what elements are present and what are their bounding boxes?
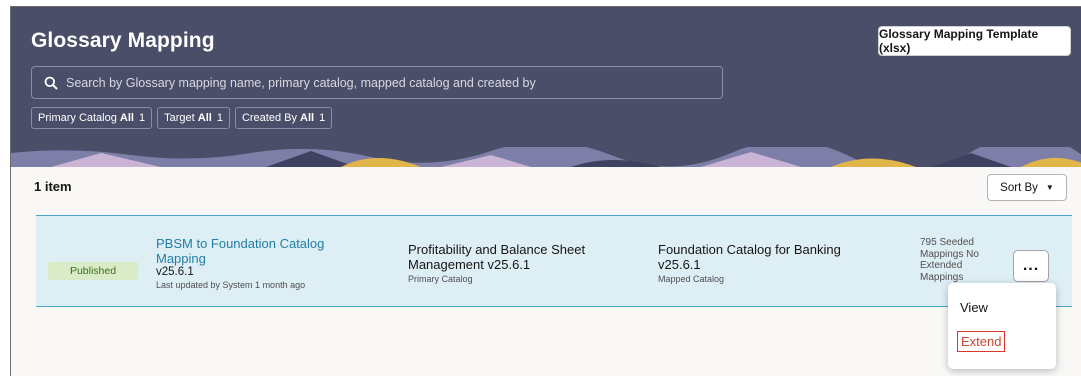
filter-label: Created By: [241, 112, 297, 124]
mapped-catalog-label: Mapped Catalog: [658, 274, 725, 284]
primary-catalog-name: Profitability and Balance Sheet Manageme…: [408, 242, 586, 272]
filter-value: All: [119, 112, 134, 124]
actions-menu: View Extend: [948, 283, 1056, 369]
filter-primary-catalog[interactable]: Primary Catalog All 1: [31, 107, 153, 129]
filter-target[interactable]: Target All 1: [157, 107, 230, 129]
primary-catalog-label: Primary Catalog: [408, 274, 473, 284]
filter-label: Target: [164, 112, 195, 124]
mapping-stats: 795 Seeded Mappings No Extended Mappings: [920, 237, 979, 283]
template-download-button[interactable]: Glossary Mapping Template (xlsx): [878, 26, 1071, 56]
item-count: 1 item: [34, 179, 72, 194]
more-icon: ...: [1022, 257, 1040, 274]
filter-label: Primary Catalog: [38, 112, 117, 124]
caret-down-icon: ▼: [1045, 183, 1054, 192]
filter-count: 1: [216, 112, 223, 124]
page-title: Glossary Mapping: [31, 29, 215, 52]
menu-item-view[interactable]: View: [960, 300, 988, 315]
filter-count: 1: [138, 112, 146, 124]
mapped-catalog-name: Foundation Catalog for Banking v25.6.1: [658, 242, 841, 272]
list-item[interactable]: Published PBSM to Foundation Catalog Map…: [36, 215, 1072, 307]
search-placeholder: Search by Glossary mapping name, primary…: [66, 75, 536, 90]
filter-value: All: [197, 112, 212, 124]
filter-chips: Primary Catalog All 1 Target All 1 Creat…: [31, 107, 333, 129]
app-frame: Glossary Mapping Glossary Mapping Templa…: [10, 6, 1081, 376]
filter-created-by[interactable]: Created By All 1: [234, 107, 333, 129]
mapping-version: v25.6.1: [156, 266, 194, 278]
filter-count: 1: [319, 112, 326, 124]
decorative-banner: [11, 147, 1081, 167]
more-actions-button[interactable]: ...: [1013, 250, 1049, 282]
sort-by-button[interactable]: Sort By ▼: [987, 174, 1067, 201]
last-updated: Last updated by System 1 month ago: [156, 280, 306, 290]
search-icon: [36, 76, 66, 90]
sort-label: Sort By: [1000, 181, 1038, 194]
menu-item-extend[interactable]: Extend: [957, 331, 1006, 352]
status-badge: Published: [48, 262, 138, 280]
search-input[interactable]: Search by Glossary mapping name, primary…: [31, 66, 723, 99]
mapping-name-link[interactable]: PBSM to Foundation Catalog Mapping: [156, 236, 346, 266]
page-header: Glossary Mapping Glossary Mapping Templa…: [11, 7, 1081, 147]
filter-value: All: [300, 112, 315, 124]
